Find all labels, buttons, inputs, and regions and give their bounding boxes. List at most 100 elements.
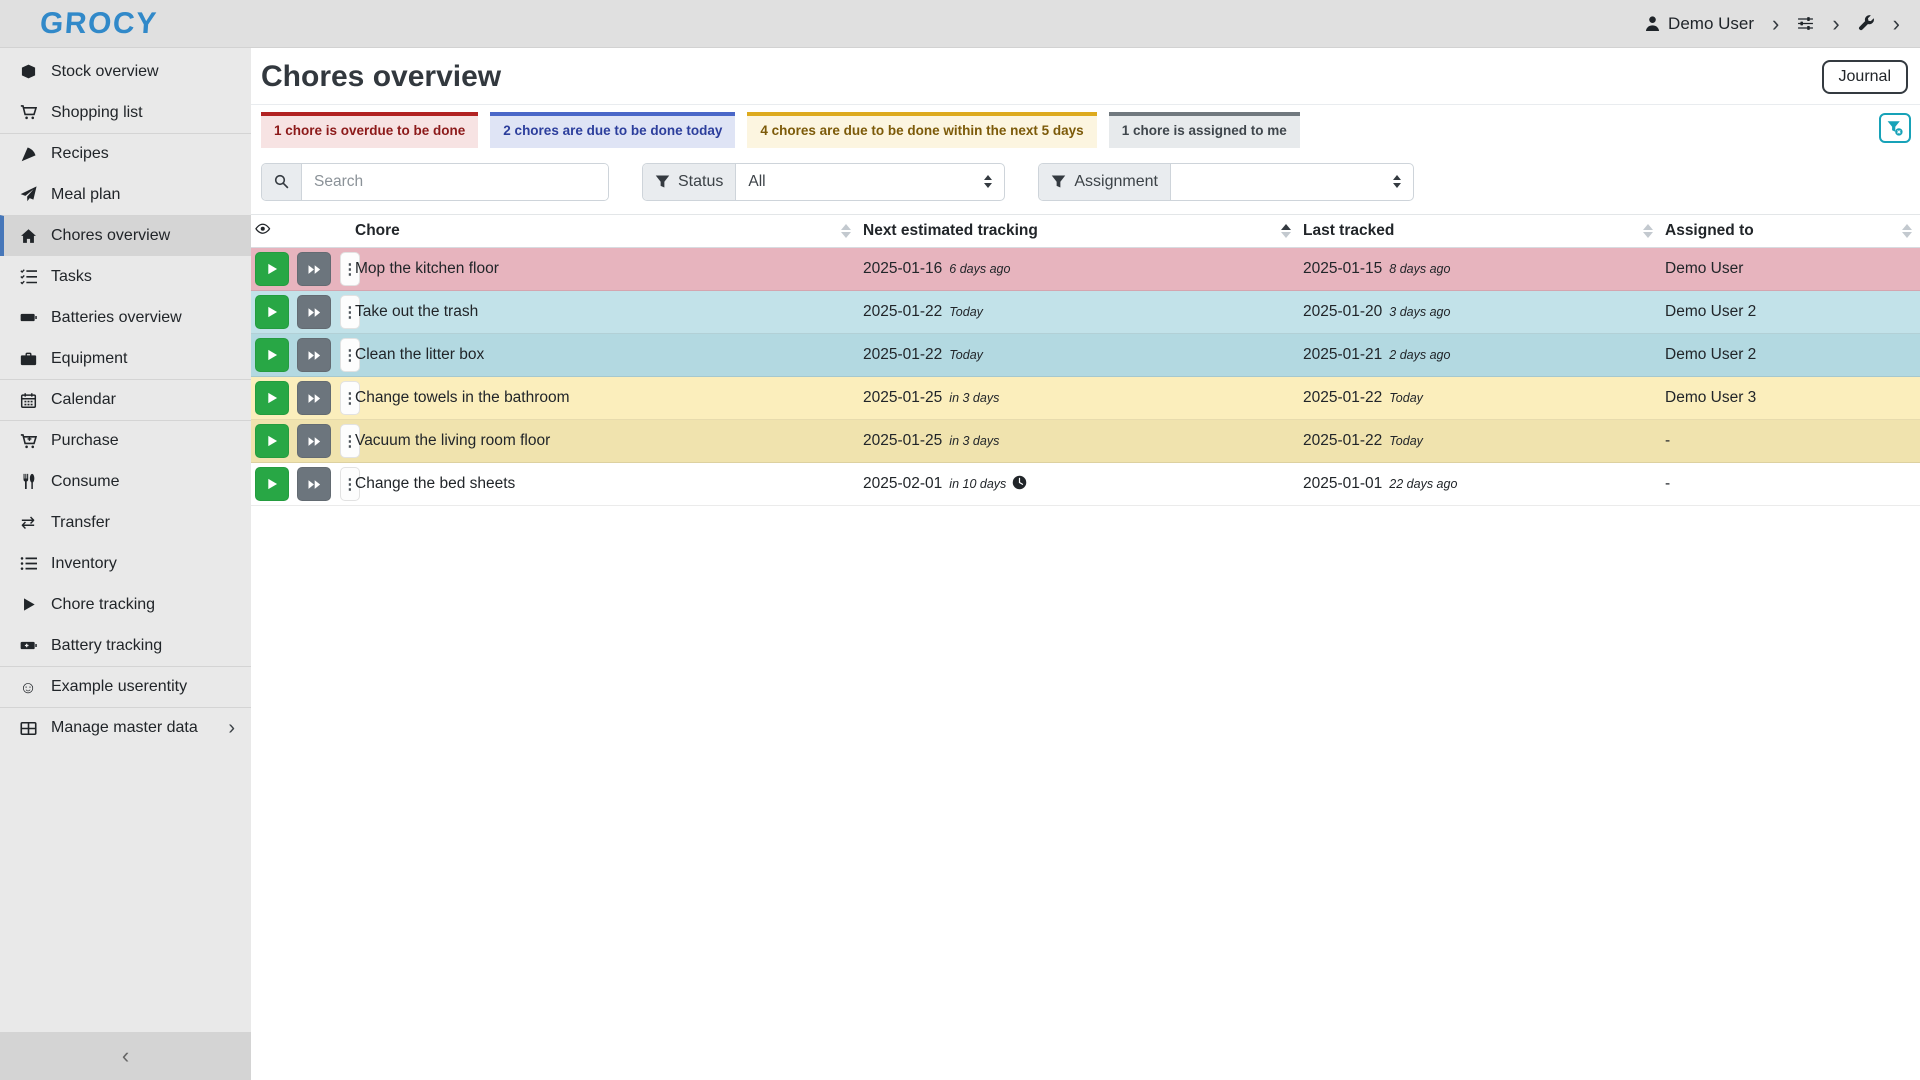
skip-chore-button[interactable] (297, 295, 331, 329)
next-tracking-cell: 2025-01-166 days ago (859, 248, 1299, 291)
sidebar-item[interactable]: Chore tracking (0, 584, 251, 625)
table-row: ⋮ Clean the litter box 2025-01-22Today 2… (251, 334, 1920, 377)
sidebar-item-label: Calendar (51, 391, 116, 409)
chevron-right-icon[interactable]: › (1830, 13, 1841, 35)
user-menu[interactable]: Demo User (1644, 14, 1754, 34)
fast-forward-icon (307, 434, 322, 449)
sidebar: Stock overview Shopping list Recipes Mea… (0, 48, 251, 1080)
settings-menu[interactable] (1797, 15, 1814, 32)
clear-filters-button[interactable] (1879, 113, 1911, 143)
sidebar-item-icon (16, 186, 40, 203)
sidebar-item[interactable]: Purchase (0, 420, 251, 461)
fast-forward-icon (307, 348, 322, 363)
eye-icon (255, 221, 271, 237)
chevron-right-icon[interactable]: › (1770, 13, 1781, 35)
assignment-filter-group: Assignment (1038, 163, 1414, 201)
status-chip-label: 2 chores are due to be done today (503, 123, 722, 138)
sidebar-item[interactable]: Meal plan (0, 174, 251, 215)
row-actions-cell: ⋮ (251, 463, 351, 506)
sidebar-item[interactable]: Equipment (0, 338, 251, 379)
column-header-assigned-to[interactable]: Assigned to (1661, 214, 1920, 248)
sidebar-nav: Stock overview Shopping list Recipes Mea… (0, 48, 251, 1032)
sidebar-item-label: Recipes (51, 145, 109, 163)
sidebar-item[interactable]: ⇄ Transfer (0, 502, 251, 543)
status-chip[interactable]: 1 chore is overdue to be done (261, 112, 478, 148)
track-chore-button[interactable] (255, 338, 289, 372)
app-logo[interactable]: GROCY (39, 7, 159, 41)
sidebar-item-icon (16, 637, 40, 654)
last-tracked-cell: 2025-01-22Today (1299, 377, 1661, 420)
sidebar-item-label: Equipment (51, 350, 128, 368)
track-chore-button[interactable] (255, 381, 289, 415)
search-input[interactable] (302, 164, 608, 200)
skip-chore-button[interactable] (297, 381, 331, 415)
status-select-value: All (748, 173, 765, 191)
fast-forward-icon (307, 262, 322, 277)
sidebar-item[interactable]: Inventory (0, 543, 251, 584)
skip-chore-button[interactable] (297, 467, 331, 501)
user-name: Demo User (1668, 14, 1754, 34)
chevron-right-icon: › (228, 718, 235, 738)
chore-name: Change towels in the bathroom (351, 377, 859, 420)
column-header-next-tracking[interactable]: Next estimated tracking (859, 214, 1299, 248)
track-chore-button[interactable] (255, 252, 289, 286)
fast-forward-icon (307, 477, 322, 492)
sidebar-item[interactable]: ☺ Example userentity (0, 666, 251, 707)
last-tracked-cell: 2025-01-22Today (1299, 420, 1661, 463)
sidebar-item-icon (16, 555, 40, 572)
select-arrows-icon (984, 175, 992, 188)
sidebar-item-label: Meal plan (51, 186, 120, 204)
skip-chore-button[interactable] (297, 338, 331, 372)
play-icon (265, 391, 279, 405)
track-chore-button[interactable] (255, 295, 289, 329)
sidebar-item-icon (16, 268, 40, 285)
status-chip[interactable]: 4 chores are due to be done within the n… (747, 112, 1096, 148)
next-tracking-cell: 2025-02-01in 10 days (859, 463, 1299, 506)
assigned-to-cell: - (1661, 463, 1920, 506)
main-content: Chores overview Journal 1 chore is overd… (251, 0, 1920, 506)
fast-forward-icon (307, 305, 322, 320)
chore-name: Clean the litter box (351, 334, 859, 377)
track-chore-button[interactable] (255, 424, 289, 458)
status-select[interactable]: All (736, 164, 1004, 200)
status-chip[interactable]: 1 chore is assigned to me (1109, 112, 1300, 148)
sidebar-item[interactable]: Calendar (0, 379, 251, 420)
sidebar-item[interactable]: Tasks (0, 256, 251, 297)
assignment-select[interactable] (1171, 164, 1413, 200)
sidebar-item[interactable]: Recipes (0, 133, 251, 174)
status-chip[interactable]: 2 chores are due to be done today (490, 112, 735, 148)
sidebar-item[interactable]: Shopping list (0, 92, 251, 133)
assigned-to-cell: Demo User 3 (1661, 377, 1920, 420)
chevron-right-icon[interactable]: › (1891, 13, 1902, 35)
sidebar-item-label: Stock overview (51, 63, 159, 81)
sidebar-item[interactable]: Manage master data › (0, 707, 251, 748)
sidebar-item-icon (16, 104, 40, 121)
topbar: GROCY Demo User › › › (0, 0, 1920, 48)
track-chore-button[interactable] (255, 467, 289, 501)
column-header-last-tracked[interactable]: Last tracked (1299, 214, 1661, 248)
skip-chore-button[interactable] (297, 252, 331, 286)
row-actions-cell: ⋮ (251, 377, 351, 420)
sidebar-item-label: Manage master data (51, 719, 198, 737)
sidebar-collapse-button[interactable]: ‹ (0, 1032, 251, 1080)
last-tracked-cell: 2025-01-0122 days ago (1299, 463, 1661, 506)
sidebar-item-label: Chores overview (51, 227, 170, 245)
sidebar-item[interactable]: Batteries overview (0, 297, 251, 338)
column-visibility-header[interactable] (251, 214, 351, 248)
sidebar-item[interactable]: Stock overview (0, 51, 251, 92)
sidebar-item[interactable]: Battery tracking (0, 625, 251, 666)
skip-chore-button[interactable] (297, 424, 331, 458)
assignment-filter-label: Assignment (1074, 173, 1158, 191)
sidebar-item[interactable]: Consume (0, 461, 251, 502)
assignment-filter-addon: Assignment (1039, 164, 1171, 200)
search-icon (274, 174, 289, 189)
row-actions-cell: ⋮ (251, 334, 351, 377)
admin-menu[interactable] (1858, 15, 1875, 32)
table-row: ⋮ Change the bed sheets 2025-02-01in 10 … (251, 463, 1920, 506)
status-chips: 1 chore is overdue to be done 2 chores a… (261, 112, 1300, 148)
sidebar-item-icon (16, 146, 40, 163)
sidebar-item-label: Shopping list (51, 104, 143, 122)
column-header-chore[interactable]: Chore (351, 214, 859, 248)
journal-button[interactable]: Journal (1822, 60, 1908, 94)
sidebar-item[interactable]: Chores overview (0, 215, 251, 256)
